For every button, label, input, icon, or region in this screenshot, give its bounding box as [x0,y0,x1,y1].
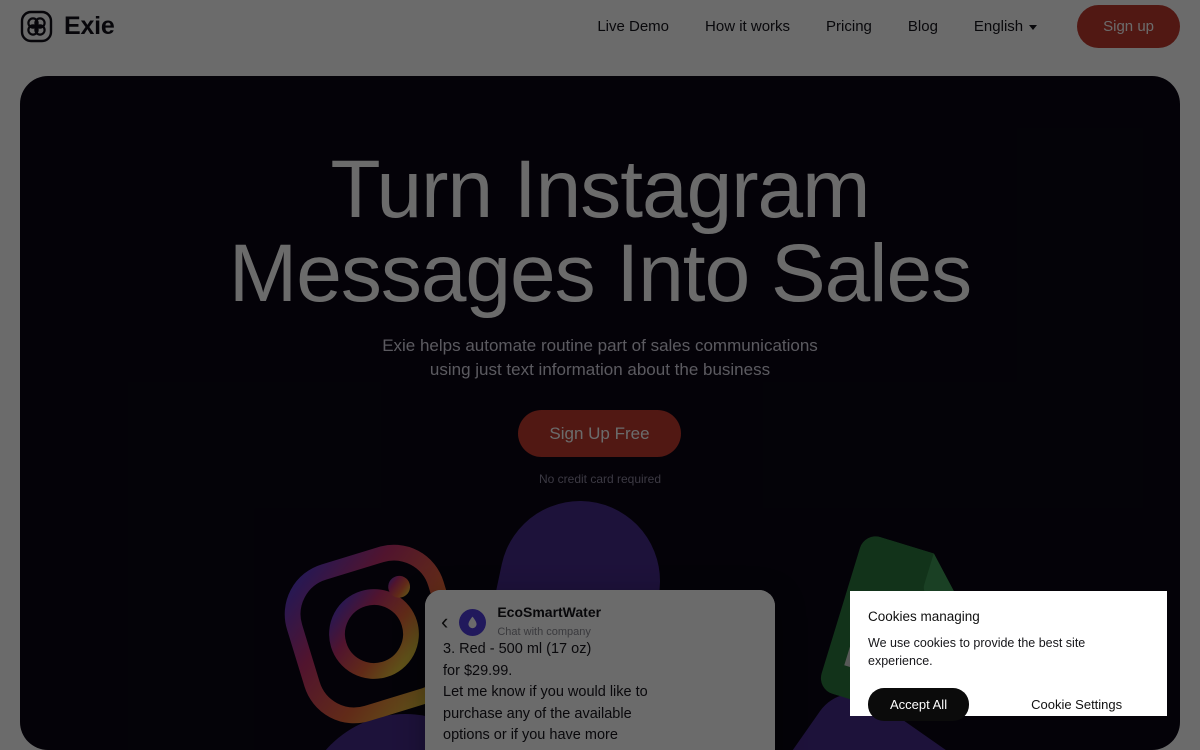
cookie-banner-actions: Accept All Cookie Settings [868,688,1149,721]
cookie-banner: Cookies managing We use cookies to provi… [850,591,1167,721]
cookie-settings-button[interactable]: Cookie Settings [1031,697,1122,712]
cookie-banner-text: We use cookies to provide the best site … [868,636,1086,668]
accept-all-button[interactable]: Accept All [868,688,970,721]
cookie-banner-title: Cookies managing [868,609,980,624]
